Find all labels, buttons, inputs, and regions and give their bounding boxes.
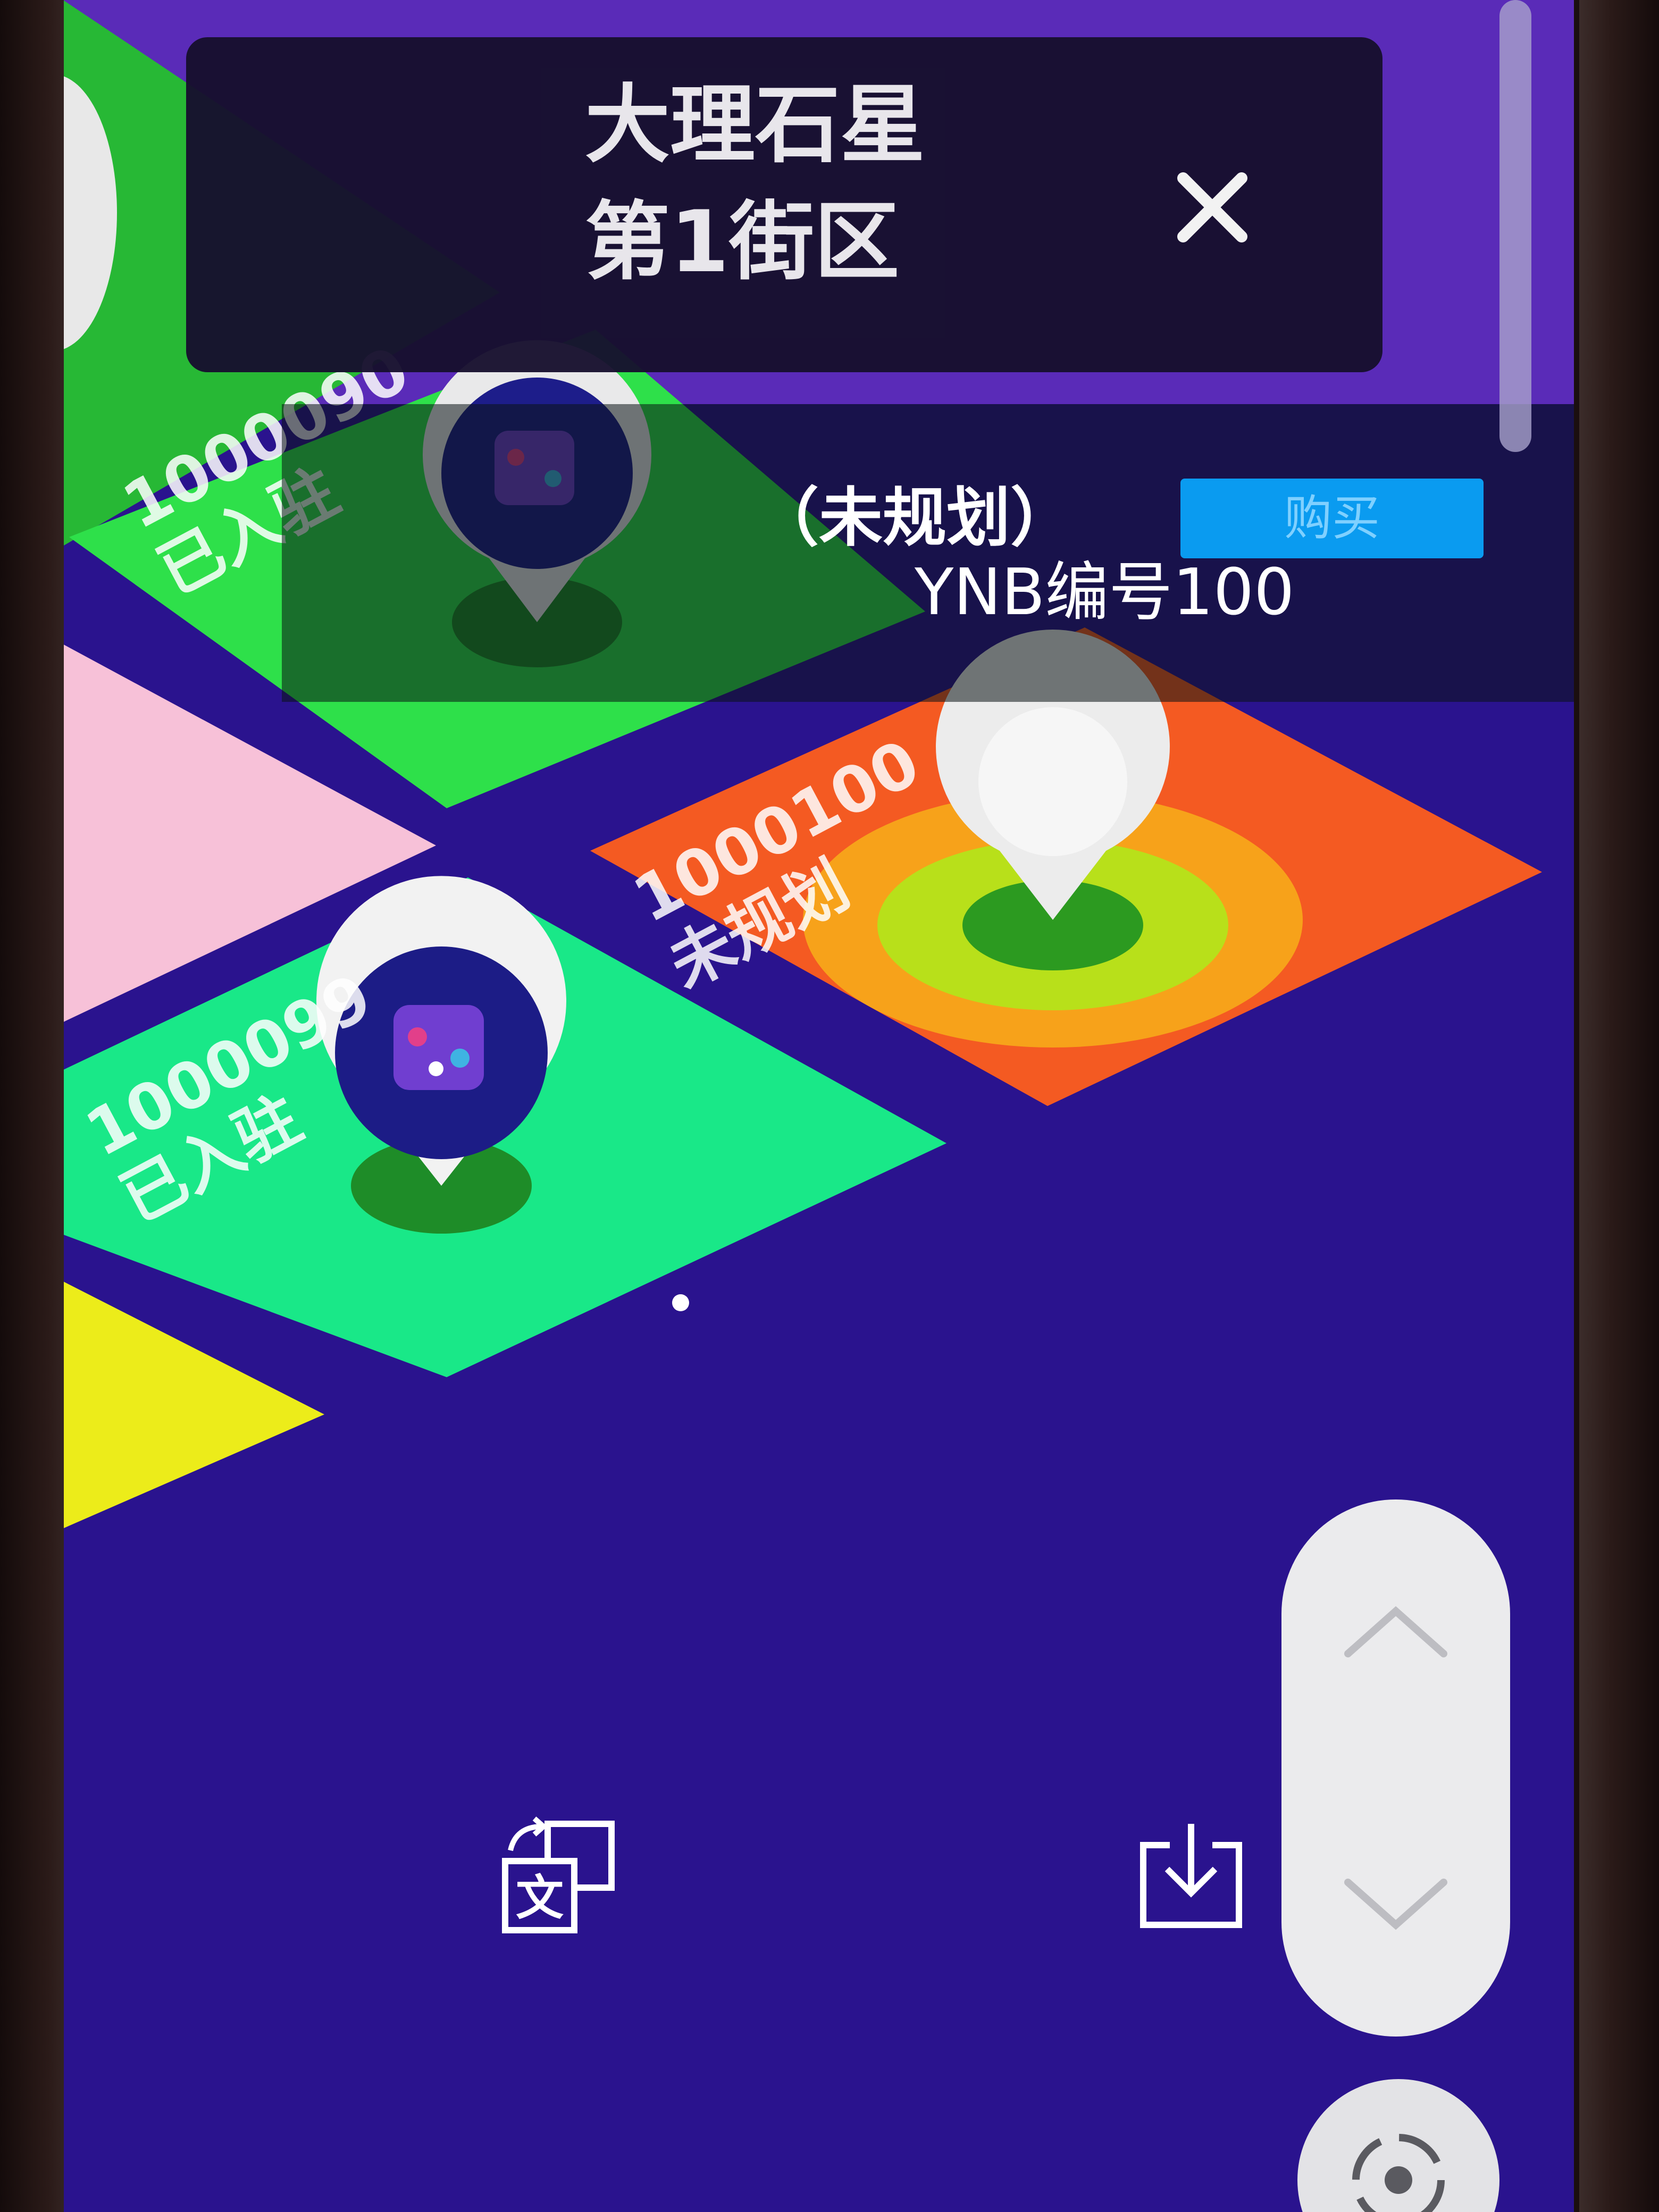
- zoom-out-button[interactable]: [1281, 1792, 1510, 2015]
- plot-status: （未规划）: [755, 481, 1074, 555]
- phone-bezel-right: [1579, 0, 1659, 2212]
- translate-button[interactable]: 文: [489, 1808, 627, 1946]
- zoom-in-button[interactable]: [1281, 1521, 1510, 1744]
- download-icon: [1140, 1824, 1242, 1928]
- close-button[interactable]: [1154, 149, 1271, 266]
- plot-number: YNB编号100: [915, 556, 1295, 630]
- close-icon: [1177, 172, 1247, 242]
- district-name: 第1街区: [585, 192, 900, 291]
- scrollbar[interactable]: [1499, 0, 1531, 452]
- download-button[interactable]: [1122, 1808, 1260, 1946]
- locate-icon: [1352, 2134, 1445, 2212]
- planet-name: 大理石星: [585, 75, 926, 174]
- zoom-control: [1281, 1499, 1510, 2037]
- translate-icon: 文: [502, 1816, 615, 1933]
- chevron-down-icon: [1344, 1879, 1447, 1930]
- map-dot: [672, 1294, 689, 1311]
- map-screen[interactable]: 1000090 已入驻 1000100 未规划 1000099 已入驻 （未规划…: [64, 0, 1574, 2212]
- chevron-up-icon: [1344, 1606, 1447, 1657]
- buy-button[interactable]: 购买: [1180, 479, 1484, 558]
- svg-text:文: 文: [516, 1870, 564, 1926]
